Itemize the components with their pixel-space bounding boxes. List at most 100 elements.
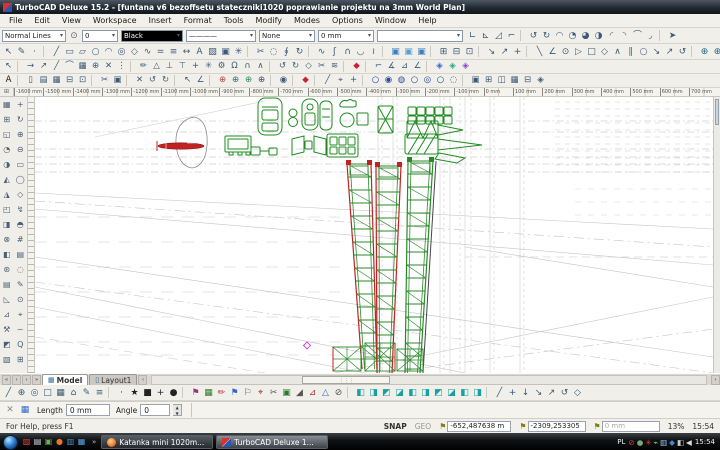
globe-blue2-icon[interactable]: ⊕ [229,75,242,86]
pencil-mod-icon[interactable]: ✏ [137,61,150,72]
globe-teal2-icon[interactable]: ⊕ [242,75,255,86]
menu-workspace[interactable]: Workspace [87,16,143,25]
multiline-tool-icon[interactable]: ≡ [167,46,180,58]
point-tool-icon[interactable]: · [28,46,41,58]
quicklaunch-5-icon[interactable]: ▦ [76,436,87,448]
render-6-icon[interactable]: ◌ [447,75,460,86]
snap-tri2-icon[interactable]: ⊿ [306,387,319,399]
block-icon[interactable]: ◫ [495,75,508,86]
menu-view[interactable]: View [56,16,87,25]
gem-blue-icon[interactable]: ◈ [433,61,446,72]
gem-teal-icon[interactable]: ◈ [446,61,459,72]
point-circle-icon[interactable]: ● [167,387,180,399]
menu-modify[interactable]: Modify [249,16,288,25]
3d-facet-icon[interactable]: ⊿ [0,307,13,322]
view-cube-1-icon[interactable]: ◧ [354,387,367,399]
nudge-ur-icon[interactable]: ↗ [498,46,511,58]
select-arrow-icon[interactable]: ➤ [666,30,679,42]
tangent-icon[interactable]: ⊤ [176,61,189,72]
tray-volume-icon[interactable]: ◀ [686,438,692,447]
layers-icon[interactable]: ▤ [14,247,27,262]
snap-corner2-icon[interactable]: ◢ [293,387,306,399]
intersect-snap-icon[interactable]: ✕ [102,61,115,72]
line2-tool-icon[interactable]: ╲ [533,46,546,58]
snap-box2-icon[interactable]: ▣ [280,387,293,399]
horizontal-scrollbar-thumb[interactable]: ⋮⋮⋮ [302,376,390,384]
query-icon[interactable]: Q [14,337,27,352]
taskbar-button-katanka[interactable]: Katanka mini 1020m... [101,435,213,449]
workplane-3-icon[interactable]: ▣ [415,46,428,58]
menu-help[interactable]: Help [412,16,442,25]
angle-field[interactable]: 0 [140,404,170,416]
cap-mod-icon[interactable]: ∩ [241,61,254,72]
cut-icon[interactable]: ✂ [98,75,111,86]
hatch-dropdown[interactable]: None [259,30,315,42]
layer-dropdown[interactable]: 0 [82,30,118,42]
save-file-icon[interactable]: ▦ [50,75,63,86]
3d-sphere-icon[interactable]: ⊞ [0,112,13,127]
ellipse-tool-icon[interactable]: ◎ [115,46,128,58]
3d-slice-icon[interactable]: ◺ [0,292,13,307]
nudge-plus-icon[interactable]: + [511,46,524,58]
edit-tool-icon[interactable]: ✎ [15,46,28,58]
undo-icon[interactable]: ↺ [146,75,159,86]
text-tool-icon[interactable]: A [193,46,206,58]
3d-wedge-icon[interactable]: ◭ [0,172,13,187]
geo-mode-toggle[interactable]: GEO [415,422,431,431]
line-tool-icon[interactable]: ╱ [50,46,63,58]
3d-cone-icon[interactable]: ◔ [0,142,13,157]
inspector-close-icon[interactable]: ✕ [4,405,16,415]
triangle-meas-icon[interactable]: ⊿ [398,61,411,72]
ray-down-icon[interactable]: ↘ [650,46,663,58]
empty-dropdown[interactable] [377,30,463,42]
explode-icon[interactable]: ⊟ [521,75,534,86]
view-cube-3-icon[interactable]: ◩ [380,387,393,399]
link-icon[interactable]: ◈ [534,75,547,86]
aid-center-icon[interactable]: ⊕ [15,387,28,399]
3d-shell-icon[interactable]: ⊛ [0,262,13,277]
globe-2-icon[interactable]: ⊕ [711,46,720,58]
corner-meas-icon[interactable]: ⌐ [372,61,385,72]
render-5-icon[interactable]: ○ [434,75,447,86]
3d-add-icon[interactable]: ▧ [0,352,13,367]
tray-update-icon[interactable]: ● [637,438,644,447]
angle2-meas-icon[interactable]: ∠ [411,61,424,72]
draw-mode-icon[interactable]: ✎ [14,277,27,292]
zoom-full-icon[interactable]: ◯ [14,172,27,187]
translate-icon[interactable]: → [24,61,37,72]
burst-snap-icon[interactable]: ✳ [202,61,215,72]
triangle-tool-icon[interactable]: ▷ [572,46,585,58]
center-snap-icon[interactable]: ⊕ [89,61,102,72]
ucs-diamond-icon[interactable]: ◇ [571,387,584,399]
arc-tl-icon[interactable]: ◜ [605,30,618,42]
group-icon[interactable]: ▣ [469,75,482,86]
aid-rect-icon[interactable]: □ [41,387,54,399]
point-dot-icon[interactable]: · [115,387,128,399]
tray-sync-icon[interactable]: ◆ [669,438,675,447]
dimension-tool-icon[interactable]: ↔ [180,46,193,58]
angle-line-tool-icon[interactable]: ∠ [546,46,559,58]
3d-revolve-icon[interactable]: ⊗ [0,232,13,247]
red-diamond-icon[interactable]: ◆ [350,61,363,72]
ray-rotate-icon[interactable]: ↺ [676,46,689,58]
angle-snap-icon[interactable]: ⊾ [479,30,492,42]
perpendicular-icon[interactable]: ⊥ [163,61,176,72]
curve-s-icon[interactable]: ʃ [328,46,341,58]
library-icon[interactable]: ▦ [508,75,521,86]
center-circle-tool-icon[interactable]: ⊙ [559,46,572,58]
vertical-ruler[interactable] [28,97,35,373]
eye-icon[interactable]: ⊙ [14,292,27,307]
square-tool-icon[interactable]: □ [585,46,598,58]
tray-network-icon[interactable]: ◧ [677,438,684,447]
arc-rotate-icon[interactable]: ↻ [540,30,553,42]
ucs-plus-icon[interactable]: + [506,387,519,399]
dot-mode-icon[interactable]: ◌ [14,262,27,277]
3d-loft-icon[interactable]: ◧ [0,247,13,262]
view-cube-9-icon[interactable]: ◧ [458,387,471,399]
x-coordinate-field[interactable]: -652,487638 m [447,421,511,432]
render-hidden-icon[interactable]: ◉ [382,75,395,86]
quicklaunch-3-icon[interactable]: ▣ [43,436,54,448]
menu-window[interactable]: Window [369,16,413,25]
triangle-mod-icon[interactable]: △ [150,61,163,72]
construction-tool-icon[interactable]: ✳ [232,46,245,58]
